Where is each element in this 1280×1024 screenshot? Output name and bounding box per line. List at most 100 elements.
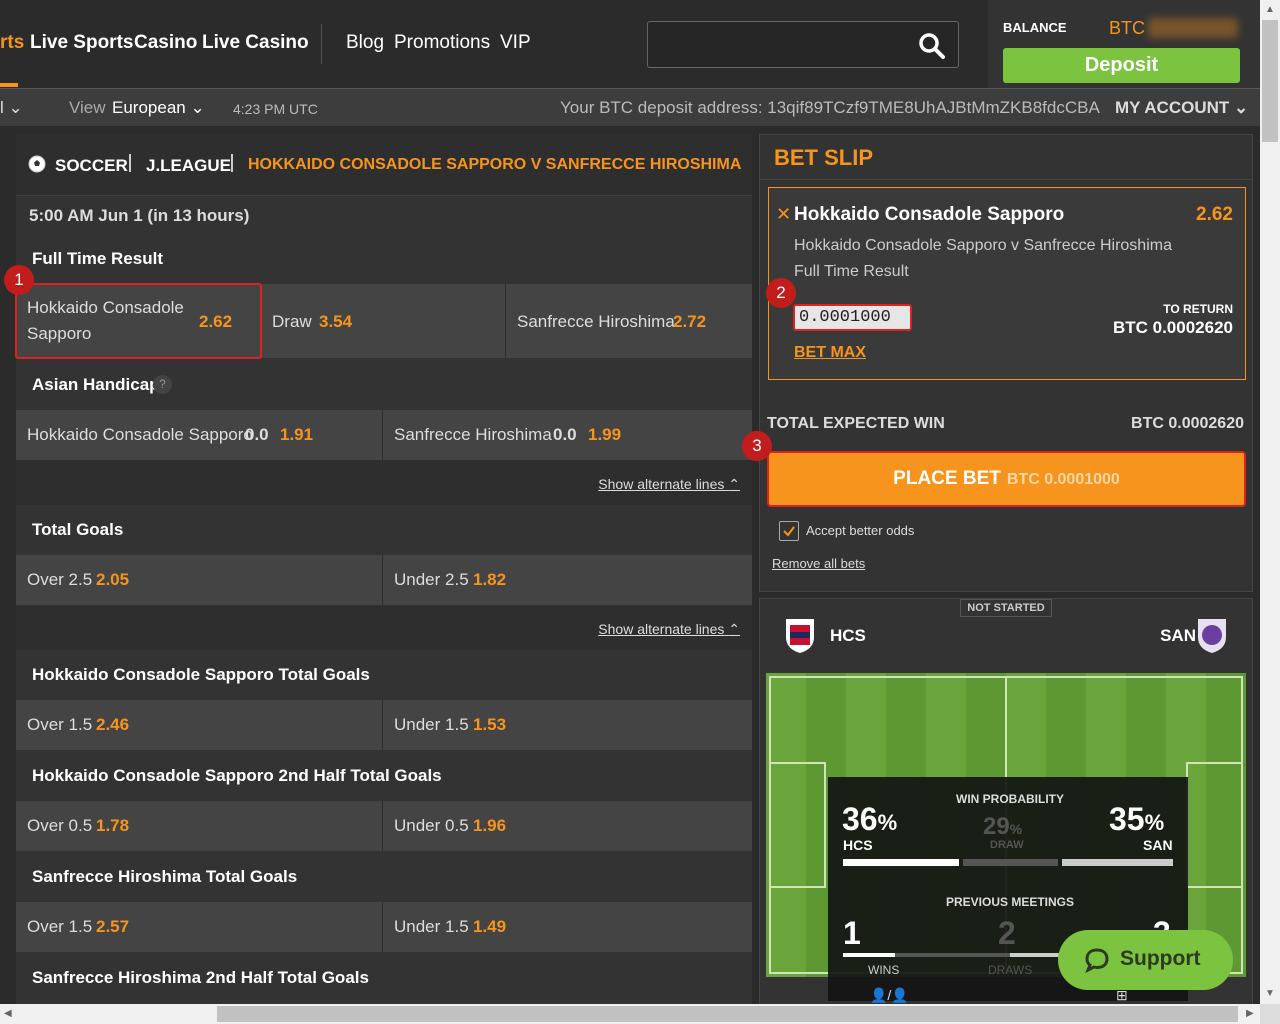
home-wins-label: WINS xyxy=(868,963,900,977)
odds-over[interactable]: Over 1.5 2.57 xyxy=(16,902,383,952)
outcome-label: Sanfrecce Hiroshima xyxy=(517,312,675,331)
help-icon[interactable]: ? xyxy=(153,375,172,394)
scroll-left-icon[interactable]: ◀ xyxy=(4,1008,12,1019)
alt-link-text: Show alternate lines xyxy=(598,621,725,637)
nav-casino[interactable]: Casino xyxy=(134,32,197,54)
odds-draw[interactable]: Draw 3.54 xyxy=(261,284,506,358)
search-input[interactable] xyxy=(647,21,959,68)
nav-promotions[interactable]: Promotions xyxy=(394,32,490,54)
away-pct-value: 35 xyxy=(1109,801,1145,837)
odds-value: 1.91 xyxy=(280,425,314,444)
odds-value: 1.49 xyxy=(473,917,507,936)
odds-ah-home[interactable]: Hokkaido Consadole Sapporo 0.0 1.91 xyxy=(16,410,383,460)
support-button[interactable]: Support xyxy=(1058,930,1233,990)
balance-currency: BTC xyxy=(1109,18,1145,38)
total-expected-win-label: TOTAL EXPECTED WIN xyxy=(767,415,945,432)
odds-value: 1.99 xyxy=(588,425,622,444)
bet-slip-title: BET SLIP xyxy=(774,145,874,170)
highlight-box xyxy=(15,283,262,359)
vertical-scroll-thumb[interactable] xyxy=(1262,20,1278,142)
pct-sign: % xyxy=(877,810,898,835)
vertical-scrollbar[interactable]: ▲ ▼ xyxy=(1260,0,1280,1004)
odds-row: Hokkaido Consadole Sapporo 0.0 1.91 Sanf… xyxy=(16,410,752,460)
odds-over[interactable]: Over 2.5 2.05 xyxy=(16,555,383,605)
my-account-menu[interactable]: MY ACCOUNT ⌄ xyxy=(1115,98,1248,118)
view-label: View xyxy=(69,98,106,117)
deposit-button[interactable]: Deposit xyxy=(1003,48,1240,83)
chevron-down-icon[interactable]: l ⌄ xyxy=(0,98,23,118)
odds-under[interactable]: Under 1.5 1.49 xyxy=(383,902,752,952)
scroll-up-icon[interactable]: ▲ xyxy=(1265,4,1275,15)
odds-value: 1.53 xyxy=(473,715,507,734)
close-icon[interactable]: ✕ xyxy=(776,204,791,225)
pct-sign: % xyxy=(1009,821,1023,837)
breadcrumb-match: HOKKAIDO CONSADOLE SAPPORO V SANFRECCE H… xyxy=(248,156,742,173)
show-alternate-lines-link[interactable]: Show alternate lines ⌃ xyxy=(598,621,740,638)
bet-selection-card: ✕ Hokkaido Consadole Sapporo 2.62 Hokkai… xyxy=(768,187,1246,380)
outcome-label: Over 2.5 xyxy=(27,570,93,589)
market-title-home-total: Hokkaido Consadole Sapporo Total Goals xyxy=(32,665,370,684)
place-bet-amount: BTC 0.0001000 xyxy=(1006,471,1120,488)
match-status-badge: NOT STARTED xyxy=(960,599,1052,617)
outcome-label: Over 1.5 xyxy=(27,715,93,734)
current-time: 4:23 PM UTC xyxy=(233,101,318,117)
odds-over[interactable]: Over 0.5 1.78 xyxy=(16,801,383,851)
step-marker-2: 2 xyxy=(766,278,796,308)
breadcrumb-divider xyxy=(231,154,233,172)
odds-format-value: European xyxy=(112,98,186,117)
outcome-label: Sanfrecce Hiroshima xyxy=(394,425,552,444)
remove-all-bets-link[interactable]: Remove all bets xyxy=(772,556,865,571)
odds-away[interactable]: Sanfrecce Hiroshima 2.72 xyxy=(506,284,752,358)
nav-vip[interactable]: VIP xyxy=(500,32,531,54)
stake-input[interactable]: 0.0001000 xyxy=(793,304,912,331)
horizontal-scroll-thumb[interactable] xyxy=(217,1006,1238,1022)
nav-live-sports[interactable]: Live Sports xyxy=(30,32,133,54)
market-title-asian-handicap: Asian Handicap xyxy=(32,375,160,394)
handicap-line: 0.0 xyxy=(553,425,577,444)
horizontal-scrollbar[interactable]: ◀ ▶ xyxy=(0,1004,1260,1024)
breadcrumb-divider xyxy=(129,154,131,172)
odds-format-select[interactable]: European ⌄ xyxy=(112,98,205,118)
outcome-label: Hokkaido Consadole Sapporo xyxy=(27,425,253,444)
odds-under[interactable]: Under 2.5 1.82 xyxy=(383,555,752,605)
team-a-code: HCS xyxy=(830,626,866,645)
odds-under[interactable]: Under 0.5 1.96 xyxy=(383,801,752,851)
scroll-down-icon[interactable]: ▼ xyxy=(1265,988,1275,999)
search-icon[interactable] xyxy=(918,32,946,65)
outcome-label: Under 0.5 xyxy=(394,816,469,835)
scroll-right-icon[interactable]: ▶ xyxy=(1246,1008,1254,1019)
nav-sports[interactable]: rts xyxy=(0,32,24,54)
show-alternate-lines-link[interactable]: Show alternate lines ⌃ xyxy=(598,476,740,493)
odds-value: 3.54 xyxy=(319,312,353,331)
market-title-away-total: Sanfrecce Hiroshima Total Goals xyxy=(32,867,298,886)
bet-max-link[interactable]: BET MAX xyxy=(794,344,866,362)
markets-panel: SOCCER J.LEAGUE HOKKAIDO CONSADOLE SAPPO… xyxy=(16,134,752,1014)
odds-row: Over 1.5 2.57 Under 1.5 1.49 xyxy=(16,902,752,952)
odds-over[interactable]: Over 1.5 2.46 xyxy=(16,700,383,750)
home-win-bar xyxy=(843,859,959,866)
place-bet-label: PLACE BET xyxy=(893,468,1001,489)
bet-market-name: Full Time Result xyxy=(794,263,909,280)
accept-better-odds-checkbox[interactable] xyxy=(779,521,799,541)
top-navigation: rts Live Sports Casino Live Casino Blog … xyxy=(0,0,1260,88)
match-start-time: 5:00 AM Jun 1 (in 13 hours) xyxy=(29,206,250,225)
previous-meetings-label: PREVIOUS MEETINGS xyxy=(946,895,1075,909)
scrollbar-corner xyxy=(1260,1004,1280,1024)
breadcrumb-league[interactable]: J.LEAGUE xyxy=(146,156,231,176)
accept-better-odds-label: Accept better odds xyxy=(806,523,915,538)
divider xyxy=(760,179,1252,180)
win-probability-label: WIN PROBABILITY xyxy=(956,792,1064,806)
deposit-address: Your BTC deposit address: 13qif89TCzf9TM… xyxy=(560,98,1100,117)
odds-under[interactable]: Under 1.5 1.53 xyxy=(383,700,752,750)
odds-ah-away[interactable]: Sanfrecce Hiroshima 0.0 1.99 xyxy=(383,410,752,460)
breadcrumb-sport[interactable]: SOCCER xyxy=(55,156,128,176)
total-expected-win-value: BTC 0.0002620 xyxy=(1131,415,1244,432)
bet-match-name: Hokkaido Consadole Sapporo v Sanfrecce H… xyxy=(794,237,1172,254)
away-win-pct: 35% xyxy=(1109,801,1164,838)
nav-blog[interactable]: Blog xyxy=(346,32,384,54)
lineups-icon[interactable]: 👤/👤 xyxy=(870,987,909,1004)
place-bet-button[interactable]: PLACE BET BTC 0.0001000 xyxy=(767,451,1246,507)
odds-value: 2.46 xyxy=(96,715,130,734)
nav-live-casino[interactable]: Live Casino xyxy=(202,32,309,54)
market-title-total-goals: Total Goals xyxy=(32,520,124,539)
